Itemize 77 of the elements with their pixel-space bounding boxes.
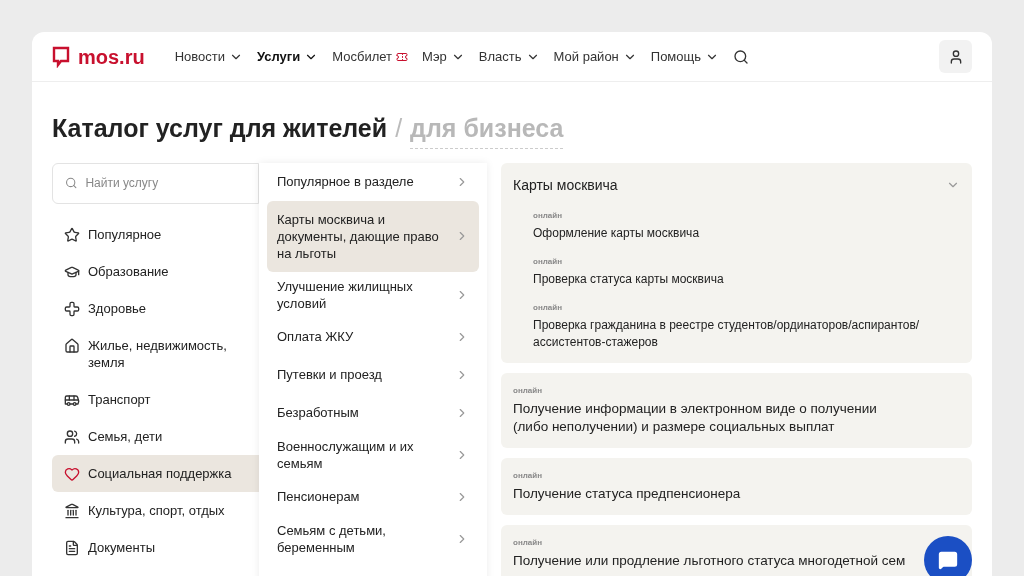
subcategory-label: Карты москвича и документы, дающие право на льготы bbox=[277, 210, 440, 262]
category-label: Жилье, недвижимость, земля bbox=[88, 336, 228, 371]
group-title[interactable]: Карты москвича bbox=[513, 174, 618, 196]
online-tag: онлайн bbox=[513, 384, 960, 397]
subcategory-item[interactable]: Популярное в разделе bbox=[267, 164, 479, 199]
subcategory-label: Путевки и проезд bbox=[277, 366, 383, 383]
search-input[interactable]: Найти услугу bbox=[85, 174, 246, 192]
title-separator: / bbox=[395, 113, 403, 144]
service-title: Получение информации в электронном виде о получении (либо неполучении) и размере социальных выплат bbox=[513, 399, 878, 436]
subcategory-item[interactable]: Военнослужащим и их семьям bbox=[267, 433, 479, 476]
category-item[interactable]: Жилье, недвижимость, земля bbox=[52, 326, 259, 381]
service-title: Получение статуса предпенсионера bbox=[513, 484, 741, 503]
category-item[interactable]: Семья, дети bbox=[52, 417, 259, 455]
service-card[interactable]: онлайн Получение статуса предпенсионера bbox=[501, 457, 972, 515]
nav-item[interactable]: Новости bbox=[174, 46, 243, 67]
category-label: Здоровье bbox=[88, 299, 147, 317]
nav-item[interactable]: Помощь bbox=[650, 46, 719, 67]
online-tag: онлайн bbox=[513, 469, 960, 482]
nav-item[interactable]: Услуги bbox=[257, 46, 319, 67]
category-label: Транспорт bbox=[88, 390, 151, 408]
category-item[interactable]: Документы bbox=[52, 528, 259, 566]
category-label: Документы bbox=[88, 538, 155, 556]
cross-icon bbox=[64, 300, 80, 317]
category-label: Популярное bbox=[88, 225, 162, 243]
category-item[interactable]: Социальная поддержка bbox=[52, 454, 259, 492]
category-item[interactable]: Культура, спорт, отдых bbox=[52, 491, 259, 529]
nav-item[interactable]: Мосбилет bbox=[332, 46, 408, 67]
online-tag: онлайн bbox=[533, 301, 960, 314]
search-icon[interactable] bbox=[733, 48, 749, 65]
service-card[interactable]: онлайн Получение или продление льготного статуса многодетной сем bbox=[501, 524, 972, 576]
category-label: Семья, дети bbox=[88, 427, 163, 445]
service-link[interactable]: Проверка статуса карты москвича bbox=[533, 270, 960, 288]
subcategory-item[interactable]: Пенсионерам bbox=[267, 479, 479, 514]
category-item[interactable]: Образование bbox=[52, 252, 259, 290]
profile-button[interactable] bbox=[939, 40, 972, 73]
ticket-icon bbox=[396, 50, 408, 63]
nav-item[interactable]: Власть bbox=[478, 46, 540, 67]
page-title: Каталог услуг для жителей bbox=[52, 113, 388, 144]
online-tag: онлайн bbox=[533, 255, 960, 268]
logo-icon[interactable] bbox=[52, 45, 70, 68]
subcategory-label: Оплата ЖКУ bbox=[277, 328, 355, 345]
subcategory-item[interactable]: Оплата ЖКУ bbox=[267, 319, 479, 354]
category-item[interactable]: Популярное bbox=[52, 215, 259, 253]
service-title: Получение или продление льготного статуса многодетной сем bbox=[513, 551, 906, 570]
star-icon bbox=[64, 226, 80, 243]
category-label: Образование bbox=[88, 262, 169, 280]
service-link[interactable]: Оформление карты москвича bbox=[533, 224, 960, 242]
subcategory-label: Улучшение жилищных условий bbox=[277, 277, 414, 312]
document-icon bbox=[64, 539, 80, 556]
nav-item[interactable]: Мэр bbox=[422, 46, 465, 67]
chat-icon bbox=[938, 550, 958, 570]
category-item[interactable]: Транспорт bbox=[52, 380, 259, 418]
subcategory-label: Военнослужащим и их семьям bbox=[277, 437, 415, 472]
house-icon bbox=[64, 337, 80, 354]
logo-text[interactable]: mos.ru bbox=[78, 46, 145, 67]
subcategory-label: Популярное в разделе bbox=[277, 173, 415, 190]
search-field[interactable]: Найти услугу bbox=[52, 162, 259, 204]
subcategory-label: Пенсионерам bbox=[277, 488, 361, 505]
category-label: Культура, спорт, отдых bbox=[88, 501, 225, 519]
subcategory-item[interactable]: Безработным bbox=[267, 395, 479, 430]
heart-icon bbox=[64, 465, 80, 482]
subcategory-item[interactable]: Семьям с детьми, беременным bbox=[267, 517, 479, 560]
search-icon bbox=[65, 176, 78, 190]
nav-item[interactable]: Мой район bbox=[553, 46, 637, 67]
subcategory-item[interactable]: Карты москвича и документы, дающие право на льготы bbox=[267, 200, 479, 272]
subcategory-item[interactable]: Путевки и проезд bbox=[267, 357, 479, 392]
people-icon bbox=[64, 428, 80, 445]
columns-icon bbox=[64, 502, 80, 519]
online-tag: онлайн bbox=[533, 209, 960, 222]
category-item[interactable]: Здоровье bbox=[52, 289, 259, 327]
online-tag: онлайн bbox=[513, 536, 960, 549]
service-link[interactable]: Проверка гражданина в реестре студентов/ординаторов/аспирантов/ ассистентов-стажеров bbox=[533, 316, 960, 351]
service-card[interactable]: онлайн Получение информации в электронном виде о получении (либо неполучении) и размере социальных выплат bbox=[501, 372, 972, 448]
subcategory-item[interactable]: Улучшение жилищных условий bbox=[267, 273, 479, 316]
category-label: Социальная поддержка bbox=[88, 464, 232, 482]
subcategory-label: Семьям с детьми, беременным bbox=[277, 521, 387, 556]
subcategory-label: Безработным bbox=[277, 404, 360, 421]
